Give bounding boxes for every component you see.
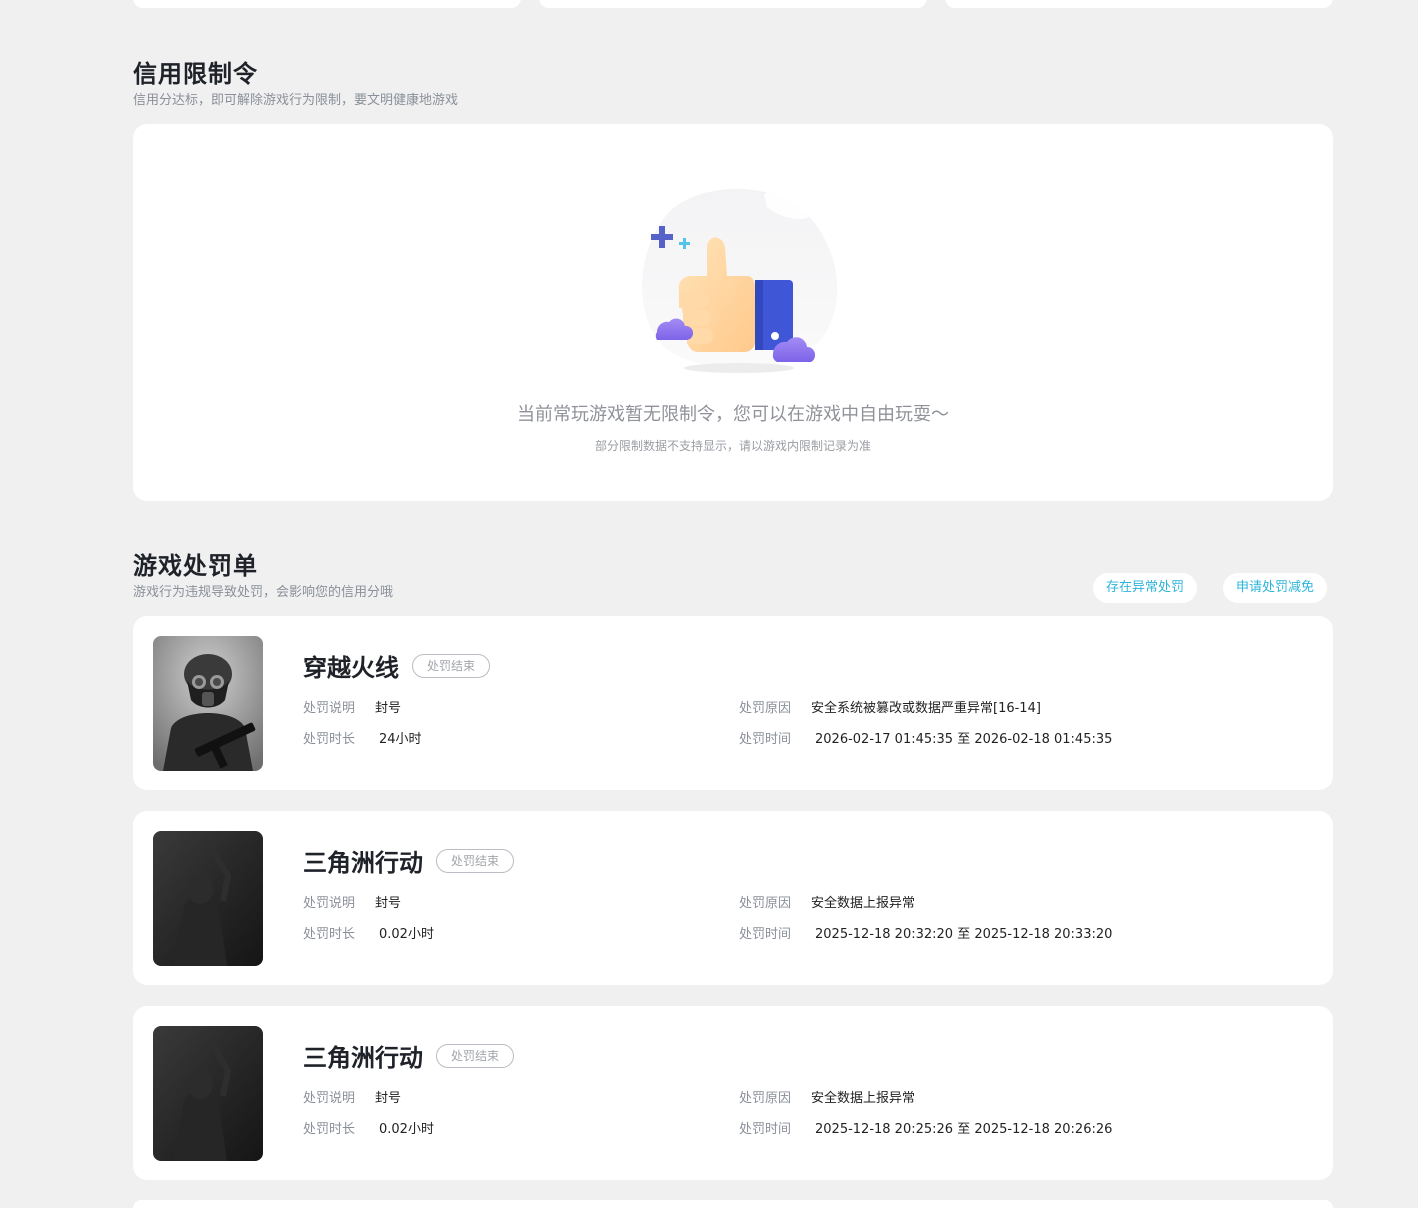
reason-value: 安全数据上报异常 [811,1091,916,1106]
reason-value: 安全数据上报异常 [811,896,916,911]
time-value: 2026-02-17 01:45:35 至 2026-02-18 01:45:3… [815,732,1113,747]
duration-label: 处罚时长 [303,732,356,747]
reason-value: 安全系统被篡改或数据严重异常[16-14] [811,701,1041,716]
credit-section-title: 信用限制令 [133,60,258,88]
duration-value: 0.02小时 [379,1122,434,1137]
abnormal-penalty-button[interactable]: 存在异常处罚 [1093,573,1198,603]
penalty-card[interactable]: 三角洲行动 处罚结束 处罚说明 封号 处罚时长 0.02小时 处罚原因 安全数据… [133,811,1333,985]
apply-reduction-button[interactable]: 申请处罚减免 [1223,573,1328,603]
time-label: 处罚时间 [739,927,792,942]
duration-label: 处罚时长 [303,1122,356,1137]
status-badge: 处罚结束 [436,1044,515,1068]
game-name: 穿越火线 [303,654,399,682]
status-badge: 处罚结束 [412,654,491,678]
game-name: 三角洲行动 [303,1044,423,1072]
desc-label: 处罚说明 [303,896,356,911]
time-value: 2025-12-18 20:32:20 至 2025-12-18 20:33:2… [815,927,1113,942]
penalty-section-subtitle: 游戏行为违规导致处罚，会影响您的信用分哦 [133,585,394,600]
credit-empty-panel: 当前常玩游戏暂无限制令，您可以在游戏中自由玩耍～ 部分限制数据不支持显示，请以游… [133,124,1333,501]
desc-value: 封号 [375,701,402,716]
time-value: 2025-12-18 20:25:26 至 2025-12-18 20:26:2… [815,1122,1113,1137]
top-card-3 [945,0,1333,8]
duration-value: 24小时 [379,732,422,747]
penalty-card[interactable]: 三角洲行动 处罚结束 处罚说明 封号 处罚时长 0.02小时 处罚原因 安全数据… [133,1006,1333,1180]
game-cover-delta [153,831,263,966]
game-cover-cf [153,636,263,771]
desc-value: 封号 [375,1091,402,1106]
credit-section-subtitle: 信用分达标，即可解除游戏行为限制，要文明健康地游戏 [133,93,459,108]
game-cover-delta [153,1026,263,1161]
desc-label: 处罚说明 [303,701,356,716]
empty-message: 当前常玩游戏暂无限制令，您可以在游戏中自由玩耍～ [517,404,949,425]
penalty-card[interactable]: 穿越火线 处罚结束 处罚说明 封号 处罚时长 24小时 处罚原因 安全系统被篡改… [133,616,1333,790]
top-card-1 [133,0,521,8]
desc-label: 处罚说明 [303,1091,356,1106]
top-card-2 [539,0,927,8]
time-label: 处罚时间 [739,732,792,747]
penalty-section-title: 游戏处罚单 [133,552,258,580]
penalty-card-partial [133,1200,1333,1208]
desc-value: 封号 [375,896,402,911]
time-label: 处罚时间 [739,1122,792,1137]
game-name: 三角洲行动 [303,849,423,877]
duration-value: 0.02小时 [379,927,434,942]
status-badge: 处罚结束 [436,849,515,873]
empty-note: 部分限制数据不支持显示，请以游戏内限制记录为准 [594,439,871,453]
duration-label: 处罚时长 [303,927,356,942]
reason-label: 处罚原因 [739,1091,792,1106]
reason-label: 处罚原因 [739,896,792,911]
thumbs-up-illustration [642,188,838,373]
reason-label: 处罚原因 [739,701,792,716]
